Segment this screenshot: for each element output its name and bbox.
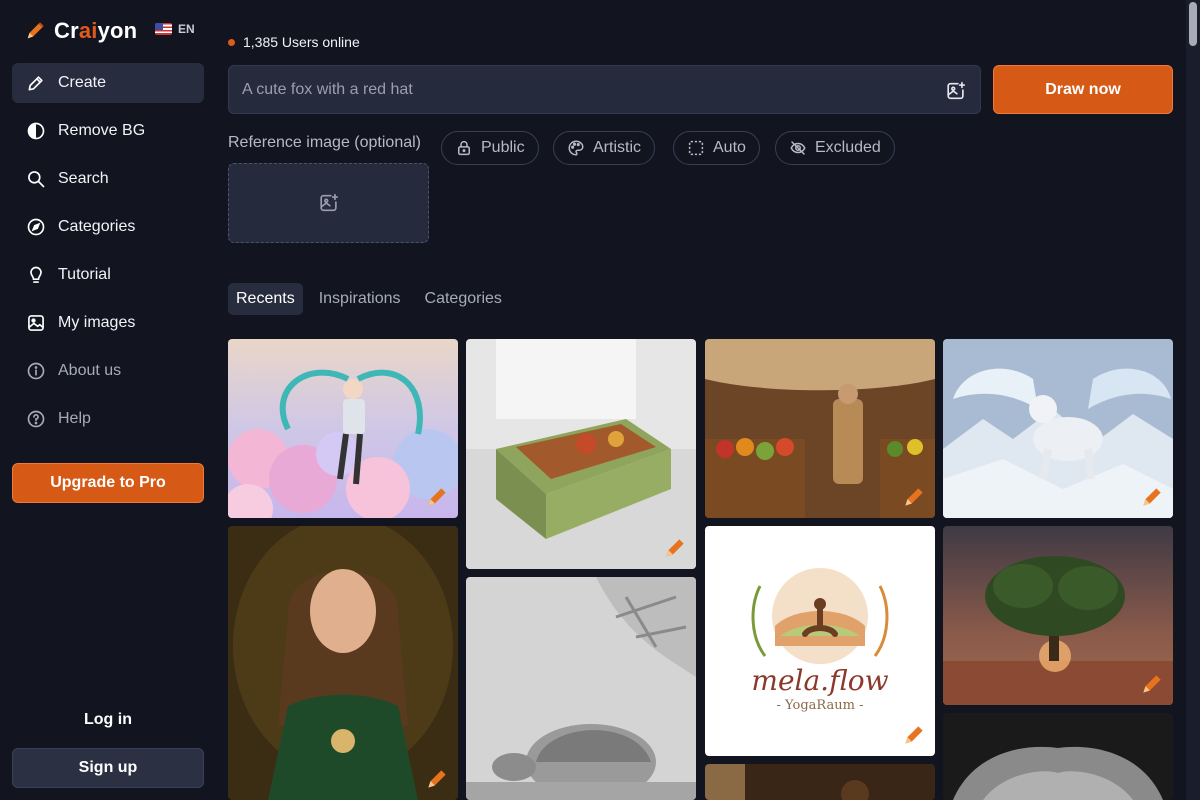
upgrade-to-pro-button[interactable]: Upgrade to Pro xyxy=(12,463,204,503)
palette-icon xyxy=(568,140,584,156)
us-flag-icon xyxy=(155,23,172,35)
online-dot-icon xyxy=(228,38,235,46)
sidebar-item-search[interactable]: Search xyxy=(12,159,204,199)
sidebar-item-label: Create xyxy=(58,74,107,91)
signup-button[interactable]: Sign up xyxy=(12,748,204,788)
prompt-input[interactable] xyxy=(242,80,922,99)
eye-off-icon xyxy=(790,141,806,155)
sidebar-item-tutorial[interactable]: Tutorial xyxy=(12,255,204,295)
chip-label: Public xyxy=(481,139,525,156)
lock-icon xyxy=(458,140,470,156)
half-circle-icon xyxy=(27,122,45,140)
chip-label: Artistic xyxy=(593,139,641,156)
logo-text: Craiyon xyxy=(54,18,138,43)
sidebar-item-label: Help xyxy=(58,410,91,427)
sidebar-item-remove-bg[interactable]: Remove BG xyxy=(12,111,204,151)
language-selector[interactable]: EN xyxy=(155,22,195,36)
gallery-image-anime-clouds[interactable] xyxy=(228,339,458,518)
sidebar-nav: Create Remove BG Search Categories Tutor… xyxy=(12,63,204,447)
reference-image-dropzone[interactable] xyxy=(228,163,429,243)
language-label: EN xyxy=(178,22,195,36)
reference-image-label: Reference image (optional) xyxy=(228,134,421,151)
edit-pencil-icon[interactable] xyxy=(1139,484,1165,510)
search-icon xyxy=(28,171,45,188)
tab-categories[interactable]: Categories xyxy=(417,283,510,315)
edit-pencil-icon[interactable] xyxy=(424,766,450,792)
excluded-option-chip[interactable]: Excluded xyxy=(775,131,895,165)
artistic-option-chip[interactable]: Artistic xyxy=(553,131,655,165)
sidebar: Craiyon EN Create Remove BG Search Categ… xyxy=(0,0,216,800)
sidebar-item-help[interactable]: Help xyxy=(12,399,204,439)
edit-pencil-icon[interactable] xyxy=(662,535,688,561)
pencil-logo-icon xyxy=(27,22,44,39)
auto-option-chip[interactable]: Auto xyxy=(673,131,760,165)
page-scrollbar[interactable] xyxy=(1186,0,1200,800)
sidebar-item-label: Remove BG xyxy=(58,122,146,139)
public-option-chip[interactable]: Public xyxy=(441,131,539,165)
tab-recents[interactable]: Recents xyxy=(228,283,303,315)
gallery-image-tree-sunset[interactable] xyxy=(943,526,1173,705)
tab-inspirations[interactable]: Inspirations xyxy=(311,283,409,315)
gallery-image-tortoise-sketch[interactable] xyxy=(466,577,696,800)
chip-label: Auto xyxy=(713,139,746,156)
logo[interactable]: Craiyon xyxy=(24,18,137,44)
chip-label: Excluded xyxy=(815,139,881,156)
gallery-tabs: Recents Inspirations Categories xyxy=(228,283,510,315)
sidebar-item-my-images[interactable]: My images xyxy=(12,303,204,343)
aspect-ratio-icon xyxy=(688,140,704,156)
gallery-image-yoga-logo[interactable]: mela.flow - YogaRaum - xyxy=(705,526,935,756)
gallery-image-dark-scene[interactable] xyxy=(705,764,935,800)
gallery-image-market[interactable] xyxy=(705,339,935,518)
compass-icon xyxy=(27,218,45,236)
sidebar-item-label: About us xyxy=(58,362,122,379)
sidebar-item-categories[interactable]: Categories xyxy=(12,207,204,247)
login-link[interactable]: Log in xyxy=(12,705,204,735)
pencil-icon xyxy=(28,76,43,91)
sidebar-item-create[interactable]: Create xyxy=(12,63,204,103)
edit-pencil-icon[interactable] xyxy=(901,484,927,510)
monochrome-portrait-image xyxy=(943,713,1173,800)
users-online-indicator: 1,385 Users online xyxy=(228,34,360,50)
sidebar-item-label: My images xyxy=(58,314,136,331)
gallery-image-monochrome-portrait[interactable] xyxy=(943,713,1173,800)
users-online-text: 1,385 Users online xyxy=(243,34,360,50)
draw-now-button[interactable]: Draw now xyxy=(993,65,1173,114)
edit-pencil-icon[interactable] xyxy=(901,722,927,748)
woman-portrait-image xyxy=(228,526,458,800)
gallery-image-winged-lion[interactable] xyxy=(943,339,1173,518)
lightbulb-icon xyxy=(30,266,42,283)
yoga-logo-title: mela.flow xyxy=(751,664,889,697)
add-image-icon[interactable] xyxy=(945,80,967,102)
sidebar-item-label: Categories xyxy=(58,218,136,235)
yoga-logo-subtitle: - YogaRaum - xyxy=(776,698,864,713)
help-icon xyxy=(27,410,45,428)
edit-pencil-icon[interactable] xyxy=(1139,671,1165,697)
gallery-image-woman-green-dress[interactable] xyxy=(228,526,458,800)
dark-scene-image xyxy=(705,764,935,800)
info-icon xyxy=(27,362,45,380)
add-image-icon xyxy=(319,193,338,212)
edit-pencil-icon[interactable] xyxy=(424,484,450,510)
scrollbar-thumb[interactable] xyxy=(1189,2,1197,46)
sidebar-item-label: Search xyxy=(58,170,109,187)
sidebar-item-label: Tutorial xyxy=(58,266,111,283)
image-icon xyxy=(28,315,44,331)
prompt-field[interactable] xyxy=(228,65,981,114)
sidebar-item-about-us[interactable]: About us xyxy=(12,351,204,391)
gallery-image-bento-box[interactable] xyxy=(466,339,696,569)
tortoise-sketch-image xyxy=(466,577,696,800)
